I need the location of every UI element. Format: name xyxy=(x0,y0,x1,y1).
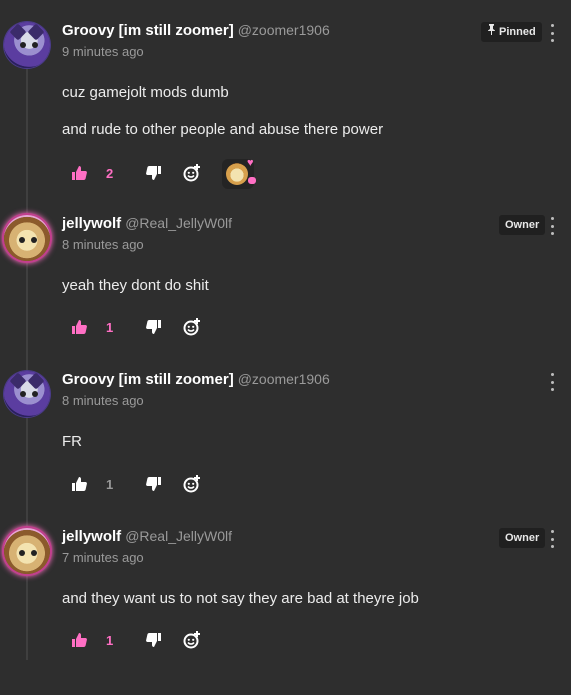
like-button[interactable] xyxy=(72,632,87,652)
timestamp: 9 minutes ago xyxy=(62,44,144,59)
sticker-image xyxy=(226,163,248,185)
add-reaction-icon xyxy=(183,474,201,498)
add-reaction-icon xyxy=(183,163,201,187)
author-handle[interactable]: @zoomer1906 xyxy=(238,22,330,38)
author-handle[interactable]: @Real_JellyW0lf xyxy=(125,215,232,231)
like-count: 1 xyxy=(106,633,114,648)
like-button[interactable] xyxy=(72,319,87,339)
bubble-icon xyxy=(248,177,256,184)
thumbs-up-icon xyxy=(72,165,87,185)
author-name[interactable]: Groovy [im still zoomer] @zoomer1906 xyxy=(62,371,330,388)
timestamp: 7 minutes ago xyxy=(62,550,144,565)
pin-icon xyxy=(487,22,496,42)
thumbs-up-icon xyxy=(72,319,87,339)
pinned-badge: Pinned xyxy=(481,22,542,42)
author-handle[interactable]: @Real_JellyW0lf xyxy=(125,528,232,544)
add-reaction-icon xyxy=(183,630,201,654)
heart-icon: ♥ xyxy=(247,157,254,169)
add-reaction-button[interactable] xyxy=(183,474,201,498)
thumbs-up-icon xyxy=(72,476,87,496)
avatar[interactable] xyxy=(4,371,50,417)
comment: jellywolf @Real_JellyW0lf 8 minutes ago O… xyxy=(0,215,571,345)
comment: Groovy [im still zoomer] @zoomer1906 8 mi… xyxy=(0,371,571,501)
author-name[interactable]: jellywolf @Real_JellyW0lf xyxy=(62,528,232,545)
like-count: 1 xyxy=(106,320,114,335)
comment-text: FR xyxy=(62,433,82,450)
author-name[interactable]: Groovy [im still zoomer] @zoomer1906 xyxy=(62,22,330,39)
comment-text: and they want us to not say they are bad… xyxy=(62,590,419,607)
like-count: 2 xyxy=(106,166,114,181)
like-button[interactable] xyxy=(72,165,87,185)
avatar[interactable] xyxy=(4,22,50,68)
more-options-icon[interactable] xyxy=(547,24,557,42)
avatar[interactable] xyxy=(4,528,50,574)
add-reaction-icon xyxy=(183,317,201,341)
timestamp: 8 minutes ago xyxy=(62,237,144,252)
more-options-icon[interactable] xyxy=(547,217,557,235)
thumbs-down-icon xyxy=(146,476,161,496)
add-reaction-button[interactable] xyxy=(183,630,201,654)
owner-badge: Owner xyxy=(499,215,546,235)
thumbs-down-icon xyxy=(146,632,161,652)
add-reaction-button[interactable] xyxy=(183,163,201,187)
comment: jellywolf @Real_JellyW0lf 7 minutes ago O… xyxy=(0,528,571,668)
author-name[interactable]: jellywolf @Real_JellyW0lf xyxy=(62,215,232,232)
thumbs-down-icon xyxy=(146,165,161,185)
add-reaction-button[interactable] xyxy=(183,317,201,341)
comment-text: and rude to other people and abuse there… xyxy=(62,121,384,138)
comment-text: yeah they dont do shit xyxy=(62,277,209,294)
like-count: 1 xyxy=(106,477,114,492)
owner-badge: Owner xyxy=(499,528,546,548)
dislike-button[interactable] xyxy=(146,632,161,652)
thumbs-up-icon xyxy=(72,632,87,652)
thumbs-down-icon xyxy=(146,319,161,339)
avatar[interactable] xyxy=(4,215,50,261)
more-options-icon[interactable] xyxy=(547,373,557,391)
dislike-button[interactable] xyxy=(146,476,161,496)
reaction-sticker[interactable]: ♥ xyxy=(222,157,256,189)
timestamp: 8 minutes ago xyxy=(62,393,144,408)
like-button[interactable] xyxy=(72,476,87,496)
more-options-icon[interactable] xyxy=(547,530,557,548)
author-handle[interactable]: @zoomer1906 xyxy=(238,371,330,387)
dislike-button[interactable] xyxy=(146,319,161,339)
comment-text: cuz gamejolt mods dumb xyxy=(62,84,229,101)
comment: Groovy [im still zoomer] @zoomer1906 9 mi… xyxy=(0,22,571,192)
dislike-button[interactable] xyxy=(146,165,161,185)
